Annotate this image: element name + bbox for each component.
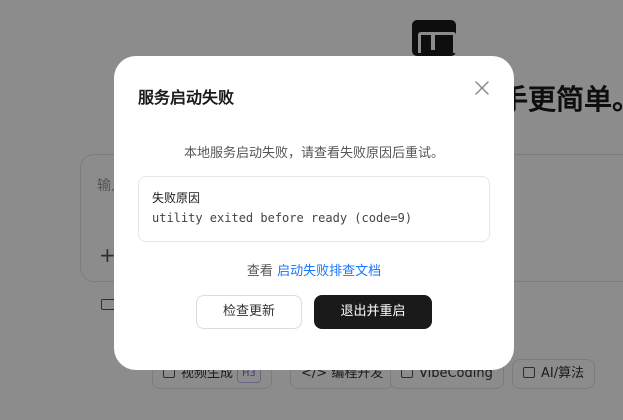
failure-reason-label: 失败原因 [152,191,201,205]
dialog-title: 服务启动失败 [138,88,235,107]
failure-reason-detail: utility exited before ready (code=9) [152,211,413,225]
troubleshooting-doc-link[interactable]: 启动失败排查文档 [277,264,381,279]
doc-prefix: 查看 [246,264,273,279]
troubleshooting-line: 查看 启动失败排查文档 [114,260,514,279]
quit-and-restart-button[interactable]: 退出并重启 [314,295,432,329]
error-dialog: 服务启动失败 本地服务启动失败，请查看失败原因后重试。 失败原因 utility… [114,56,514,370]
check-update-button[interactable]: 检查更新 [196,295,302,329]
close-icon[interactable] [474,80,490,96]
failure-reason-box: 失败原因 utility exited before ready (code=9… [138,176,490,242]
dialog-message: 本地服务启动失败，请查看失败原因后重试。 [183,146,444,161]
